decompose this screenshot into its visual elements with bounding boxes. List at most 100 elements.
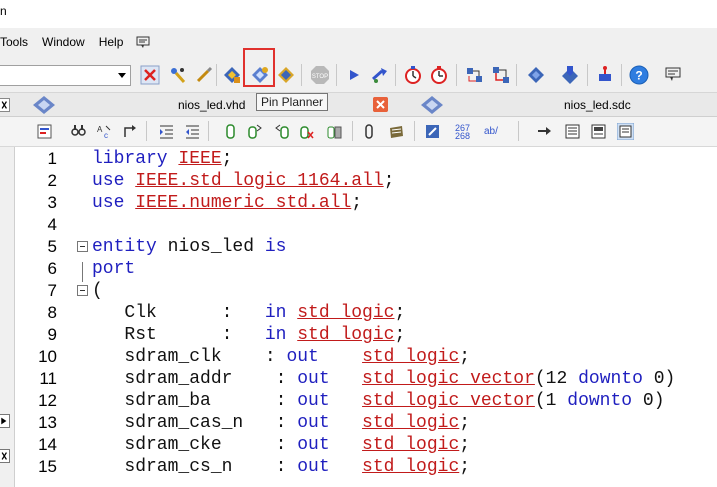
line-number: 7 <box>47 281 57 300</box>
code-line[interactable]: 6 port <box>16 258 717 280</box>
help-icon[interactable]: ? <box>629 65 649 85</box>
text-token: ; <box>394 325 406 345</box>
close-icon[interactable] <box>0 449 10 463</box>
code-line[interactable]: 1 library IEEE; <box>16 148 717 170</box>
unindent-icon[interactable] <box>184 123 201 140</box>
document-icon[interactable] <box>36 123 53 140</box>
stop-icon[interactable]: STOP <box>310 65 330 85</box>
whats-this-icon[interactable] <box>664 65 684 85</box>
pin-planner-icon[interactable] <box>250 65 270 85</box>
text-token: (1 <box>534 391 568 411</box>
svg-text:STOP: STOP <box>312 74 328 80</box>
type-token: std_logic_vector <box>362 391 535 411</box>
bookmark-icon[interactable] <box>222 123 239 140</box>
whats-this-icon[interactable] <box>136 35 150 49</box>
close-icon[interactable] <box>0 98 10 112</box>
code-line[interactable]: 14 sdram_cke : out std_logic; <box>16 434 717 456</box>
indent-icon[interactable] <box>158 123 175 140</box>
timing-icon[interactable] <box>403 65 423 85</box>
tab-nios-led-sdc[interactable]: nios_led.sdc <box>446 93 717 117</box>
timing-analyzer-icon[interactable] <box>429 65 449 85</box>
code-text: Clk : in std_logic; <box>92 302 405 324</box>
text-token: sdram_cs_n : <box>92 457 298 477</box>
assignment-editor-icon[interactable] <box>276 65 296 85</box>
vhdl-file-icon <box>33 96 55 114</box>
code-text: sdram_clk : out std_logic; <box>92 346 470 368</box>
title-bar: n <box>0 0 717 28</box>
arrow-right-icon[interactable] <box>536 123 553 140</box>
text-token: (12 <box>534 369 579 389</box>
code-line[interactable]: 2 use IEEE.std_logic_1164.all; <box>16 170 717 192</box>
code-text: use IEEE.std_logic_1164.all; <box>92 170 394 192</box>
insert-template-icon[interactable] <box>424 123 441 140</box>
find-replace-icon[interactable]: Ac <box>96 123 113 140</box>
type-token: IEEE.std_logic_1164.all <box>135 171 384 191</box>
code-line[interactable]: 10 sdram_clk : out std_logic; <box>16 346 717 368</box>
type-token: IEEE.numeric_std.all <box>135 193 352 213</box>
line-counter[interactable]: 267 268 <box>455 124 471 141</box>
close-tab-icon[interactable] <box>373 97 388 112</box>
fold-toggle-icon[interactable] <box>77 285 88 296</box>
line-number: 15 <box>38 457 57 476</box>
panel-split-icon[interactable] <box>590 123 607 140</box>
netlist-viewer-icon[interactable] <box>465 65 485 85</box>
text-token: ; <box>383 171 395 191</box>
signaltap-icon[interactable] <box>560 65 580 85</box>
code-line[interactable]: 8 Clk : in std_logic; <box>16 302 717 324</box>
keyword-token: in <box>264 325 298 345</box>
expand-arrow-icon[interactable] <box>0 414 10 428</box>
goto-line-icon[interactable] <box>122 123 139 140</box>
keyword-token: out <box>297 369 330 389</box>
toolbar-separator <box>621 64 622 86</box>
fold-toggle-icon[interactable] <box>77 241 88 252</box>
svg-text:?: ? <box>635 69 642 83</box>
line-number: 8 <box>47 303 57 322</box>
menu-window[interactable]: Window <box>35 31 92 53</box>
rtl-viewer-icon[interactable] <box>491 65 511 85</box>
code-line[interactable]: 4 <box>16 214 717 236</box>
menu-help[interactable]: Help <box>92 31 131 53</box>
window-title: n <box>0 4 7 18</box>
clear-bookmarks-icon[interactable] <box>298 123 315 140</box>
line-number: 5 <box>47 237 57 256</box>
compile-icon[interactable] <box>194 65 214 85</box>
stop-compilation-icon[interactable] <box>140 65 160 85</box>
panel-icon[interactable] <box>564 123 581 140</box>
code-line[interactable]: 9 Rst : in std_logic; <box>16 324 717 346</box>
code-line[interactable]: 5 entity nios_led is <box>16 236 717 258</box>
next-bookmark-icon[interactable] <box>246 123 263 140</box>
tooltip: Pin Planner <box>256 93 329 111</box>
line-number: 9 <box>47 325 57 344</box>
menu-tools[interactable]: Tools <box>0 31 35 53</box>
code-text: library IEEE; <box>92 148 232 170</box>
panel-toggle-icon[interactable] <box>617 123 634 140</box>
code-line[interactable]: 15 sdram_cs_n : out std_logic; <box>16 456 717 478</box>
start-icon[interactable] <box>344 65 364 85</box>
previous-bookmark-icon[interactable] <box>274 123 291 140</box>
toolbar-separator <box>587 64 588 86</box>
chip-planner-icon[interactable] <box>222 65 242 85</box>
code-line[interactable]: 12 sdram_ba : out std_logic_vector(1 dow… <box>16 390 717 412</box>
type-token: std_logic <box>297 325 395 345</box>
comment-icon[interactable] <box>388 123 405 140</box>
code-line[interactable]: 11 sdram_addr : out std_logic_vector(12 … <box>16 368 717 390</box>
bookmarks-list-icon[interactable] <box>326 123 343 140</box>
text-token: ; <box>459 413 471 433</box>
attach-icon[interactable] <box>360 123 377 140</box>
revision-combobox[interactable] <box>0 65 131 86</box>
find-icon[interactable] <box>70 123 87 140</box>
run-icon[interactable] <box>370 65 390 85</box>
code-line[interactable]: 7( <box>16 280 717 302</box>
type-token: std_logic <box>362 435 460 455</box>
code-line[interactable]: 3 use IEEE.numeric_std.all; <box>16 192 717 214</box>
chevron-down-icon[interactable] <box>118 73 126 78</box>
code-line[interactable]: 13 sdram_cas_n : out std_logic; <box>16 412 717 434</box>
analysis-icon[interactable] <box>168 65 188 85</box>
line-number: 12 <box>38 391 57 410</box>
programmer-icon[interactable] <box>526 65 546 85</box>
ab-toggle[interactable]: ab/ <box>484 126 498 137</box>
line-counter-bottom: 268 <box>455 131 471 141</box>
code-editor[interactable]: 1 library IEEE; 2 use IEEE.std_logic_1164.a… <box>16 147 717 487</box>
chip-icon[interactable] <box>595 65 615 85</box>
type-token: std_logic_vector <box>362 369 535 389</box>
